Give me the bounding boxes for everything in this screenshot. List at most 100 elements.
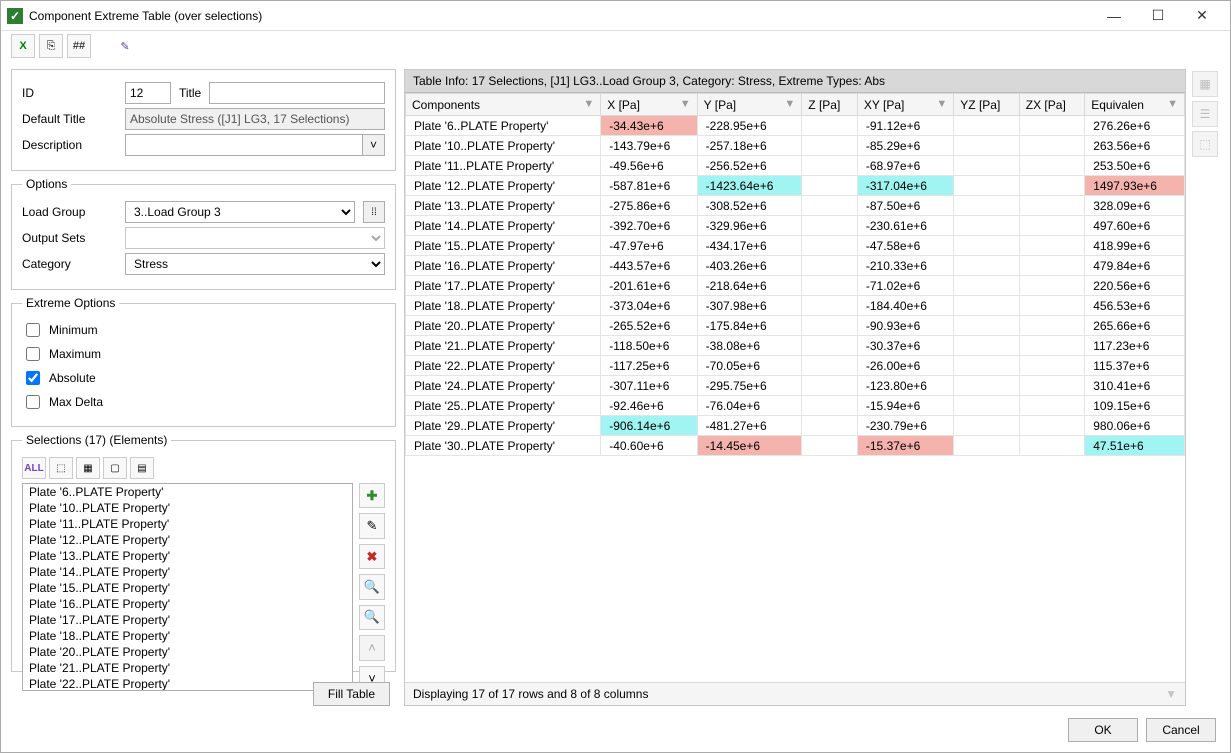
table-cell[interactable]: -210.33e+6 — [857, 256, 953, 276]
table-cell[interactable]: -90.93e+6 — [857, 316, 953, 336]
table-cell[interactable]: -1423.64e+6 — [697, 176, 802, 196]
table-row[interactable]: Plate '17..PLATE Property'-201.61e+6-218… — [406, 276, 1185, 296]
select-toggle-button[interactable]: ⬚ — [49, 457, 73, 479]
description-dropdown-button[interactable]: ˅ — [363, 134, 385, 156]
table-cell[interactable] — [954, 136, 1019, 156]
table-cell[interactable]: -201.61e+6 — [601, 276, 697, 296]
table-cell[interactable]: Plate '16..PLATE Property' — [406, 256, 601, 276]
table-cell[interactable]: Plate '29..PLATE Property' — [406, 416, 601, 436]
table-cell[interactable] — [802, 256, 858, 276]
table-cell[interactable]: 497.60e+6 — [1085, 216, 1185, 236]
select-all-button[interactable]: ALL — [22, 457, 46, 479]
table-cell[interactable]: Plate '21..PLATE Property' — [406, 336, 601, 356]
table-cell[interactable] — [954, 216, 1019, 236]
table-cell[interactable]: -49.56e+6 — [601, 156, 697, 176]
maximum-checkbox[interactable] — [26, 347, 40, 361]
table-cell[interactable]: 47.51e+6 — [1085, 436, 1185, 456]
table-cell[interactable] — [802, 336, 858, 356]
copy-button[interactable]: ⎘ — [39, 34, 63, 58]
table-row[interactable]: Plate '22..PLATE Property'-117.25e+6-70.… — [406, 356, 1185, 376]
max-delta-checkbox[interactable] — [26, 395, 40, 409]
filter-icon[interactable]: ▼ — [784, 98, 795, 110]
table-cell[interactable]: 115.37e+6 — [1085, 356, 1185, 376]
table-cell[interactable] — [1019, 136, 1084, 156]
table-row[interactable]: Plate '29..PLATE Property'-906.14e+6-481… — [406, 416, 1185, 436]
table-cell[interactable]: -117.25e+6 — [601, 356, 697, 376]
move-up-button[interactable]: ˄ — [359, 635, 385, 660]
column-header[interactable]: Components▼ — [406, 94, 601, 116]
table-cell[interactable] — [1019, 416, 1084, 436]
column-header[interactable]: X [Pa]▼ — [601, 94, 697, 116]
table-cell[interactable] — [802, 236, 858, 256]
table-cell[interactable]: -15.94e+6 — [857, 396, 953, 416]
table-cell[interactable]: -70.05e+6 — [697, 356, 802, 376]
table-cell[interactable]: -26.00e+6 — [857, 356, 953, 376]
table-cell[interactable]: -230.61e+6 — [857, 216, 953, 236]
table-cell[interactable]: -14.45e+6 — [697, 436, 802, 456]
table-cell[interactable] — [1019, 116, 1084, 136]
table-cell[interactable]: -175.84e+6 — [697, 316, 802, 336]
table-cell[interactable] — [802, 296, 858, 316]
table-cell[interactable] — [1019, 376, 1084, 396]
table-cell[interactable]: -373.04e+6 — [601, 296, 697, 316]
table-cell[interactable]: Plate '24..PLATE Property' — [406, 376, 601, 396]
table-cell[interactable]: Plate '25..PLATE Property' — [406, 396, 601, 416]
table-cell[interactable]: -47.58e+6 — [857, 236, 953, 256]
table-cell[interactable]: -228.95e+6 — [697, 116, 802, 136]
title-input[interactable] — [209, 82, 385, 104]
table-cell[interactable]: 265.66e+6 — [1085, 316, 1185, 336]
select-multi-button[interactable]: ▤ — [130, 457, 154, 479]
column-header[interactable]: Y [Pa]▼ — [697, 94, 802, 116]
table-cell[interactable] — [1019, 396, 1084, 416]
table-cell[interactable] — [1019, 336, 1084, 356]
table-cell[interactable] — [1019, 356, 1084, 376]
filter-icon[interactable]: ▼ — [936, 98, 947, 110]
table-cell[interactable] — [802, 196, 858, 216]
filter-icon[interactable]: ▼ — [680, 98, 691, 110]
right-tool-2[interactable]: ☰ — [1192, 101, 1218, 127]
table-cell[interactable]: -434.17e+6 — [697, 236, 802, 256]
highlight-button[interactable]: ✎ — [113, 34, 137, 58]
table-cell[interactable]: -218.64e+6 — [697, 276, 802, 296]
load-group-pick-button[interactable]: ⁞⁞ — [363, 201, 385, 223]
table-cell[interactable]: Plate '10..PLATE Property' — [406, 136, 601, 156]
table-cell[interactable]: -392.70e+6 — [601, 216, 697, 236]
table-cell[interactable]: Plate '17..PLATE Property' — [406, 276, 601, 296]
table-cell[interactable]: 253.50e+6 — [1085, 156, 1185, 176]
table-cell[interactable]: -256.52e+6 — [697, 156, 802, 176]
table-cell[interactable] — [954, 256, 1019, 276]
table-cell[interactable] — [802, 356, 858, 376]
category-select[interactable]: Stress — [125, 253, 385, 275]
minimize-button[interactable]: — — [1092, 2, 1136, 30]
table-cell[interactable]: 117.23e+6 — [1085, 336, 1185, 356]
table-cell[interactable] — [802, 116, 858, 136]
table-cell[interactable] — [954, 196, 1019, 216]
table-cell[interactable]: -403.26e+6 — [697, 256, 802, 276]
table-cell[interactable] — [954, 176, 1019, 196]
table-cell[interactable] — [954, 276, 1019, 296]
load-group-select[interactable]: 3..Load Group 3 — [125, 201, 355, 223]
table-cell[interactable]: -308.52e+6 — [697, 196, 802, 216]
table-cell[interactable]: -230.79e+6 — [857, 416, 953, 436]
list-item[interactable]: Plate '13..PLATE Property' — [23, 548, 352, 564]
table-cell[interactable]: 263.56e+6 — [1085, 136, 1185, 156]
list-item[interactable]: Plate '10..PLATE Property' — [23, 500, 352, 516]
table-cell[interactable]: -92.46e+6 — [601, 396, 697, 416]
find-selection-button[interactable]: 🔍 — [359, 574, 385, 599]
table-cell[interactable]: 220.56e+6 — [1085, 276, 1185, 296]
table-cell[interactable] — [954, 416, 1019, 436]
table-cell[interactable]: 1497.93e+6 — [1085, 176, 1185, 196]
table-cell[interactable] — [1019, 196, 1084, 216]
table-row[interactable]: Plate '25..PLATE Property'-92.46e+6-76.0… — [406, 396, 1185, 416]
list-item[interactable]: Plate '20..PLATE Property' — [23, 644, 352, 660]
table-cell[interactable]: -118.50e+6 — [601, 336, 697, 356]
table-row[interactable]: Plate '21..PLATE Property'-118.50e+6-38.… — [406, 336, 1185, 356]
table-cell[interactable]: 328.09e+6 — [1085, 196, 1185, 216]
right-tool-3[interactable]: ⬚ — [1192, 131, 1218, 157]
select-grid-button[interactable]: ▦ — [76, 457, 100, 479]
table-cell[interactable]: -91.12e+6 — [857, 116, 953, 136]
format-button[interactable]: ## — [67, 34, 91, 58]
fill-table-button[interactable]: Fill Table — [313, 682, 390, 706]
table-cell[interactable]: -257.18e+6 — [697, 136, 802, 156]
list-item[interactable]: Plate '16..PLATE Property' — [23, 596, 352, 612]
